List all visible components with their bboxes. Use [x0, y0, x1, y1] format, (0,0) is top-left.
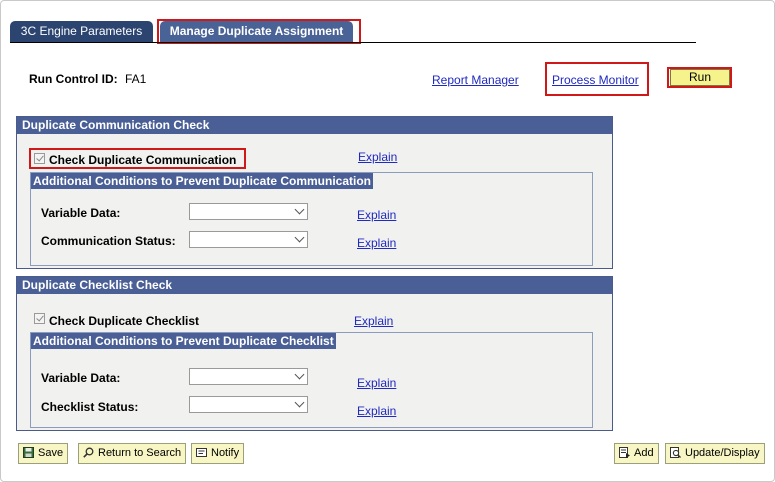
highlight-tab	[157, 19, 361, 44]
checklist-status-select[interactable]	[189, 396, 308, 413]
explain-link[interactable]: Explain	[354, 314, 393, 328]
explain-link[interactable]: Explain	[357, 236, 396, 250]
group-header: Duplicate Checklist Check	[17, 277, 612, 294]
run-control-label: Run Control ID:	[29, 72, 118, 86]
update-icon	[670, 447, 681, 458]
variable-data-select[interactable]	[189, 368, 308, 385]
explain-link[interactable]: Explain	[357, 208, 396, 222]
communication-status-select[interactable]	[189, 231, 308, 248]
group-header: Duplicate Communication Check	[17, 117, 612, 134]
magnifier-icon	[83, 447, 94, 458]
highlight-check-duplicate-communication	[29, 148, 246, 169]
tab-3c-engine-parameters[interactable]: 3C Engine Parameters	[10, 21, 153, 42]
return-to-search-button[interactable]: Return to Search	[78, 443, 187, 464]
notify-button[interactable]: Notify	[191, 443, 245, 464]
explain-link[interactable]: Explain	[357, 404, 396, 418]
save-button[interactable]: Save	[18, 443, 69, 464]
update-display-button[interactable]: Update/Display	[665, 443, 765, 464]
add-icon	[619, 447, 630, 458]
save-label: Save	[38, 447, 64, 459]
run-control-value: FA1	[125, 72, 147, 86]
variable-data-label: Variable Data:	[41, 206, 121, 220]
additional-conditions-box: Additional Conditions to Prevent Duplica…	[30, 172, 593, 266]
additional-conditions-box: Additional Conditions to Prevent Duplica…	[30, 332, 593, 428]
add-button[interactable]: Add	[614, 443, 659, 464]
check-duplicate-checklist-label: Check Duplicate Checklist	[49, 314, 200, 328]
add-label: Add	[634, 447, 654, 459]
checklist-status-label: Checklist Status:	[41, 400, 139, 414]
tab-underline	[10, 42, 696, 43]
notify-icon	[196, 448, 207, 457]
highlight-process-monitor	[545, 62, 649, 96]
duplicate-communication-group: Duplicate Communication Check Check Dupl…	[16, 116, 613, 269]
report-manager-link[interactable]: Report Manager	[432, 73, 519, 87]
variable-data-label: Variable Data:	[41, 371, 121, 385]
highlight-run	[667, 67, 732, 88]
chevron-down-icon	[294, 397, 305, 408]
save-icon	[23, 447, 34, 458]
sub-header: Additional Conditions to Prevent Duplica…	[31, 333, 336, 349]
communication-status-label: Communication Status:	[41, 234, 176, 248]
explain-link[interactable]: Explain	[357, 376, 396, 390]
explain-link[interactable]: Explain	[358, 150, 397, 164]
notify-label: Notify	[211, 447, 240, 459]
chevron-down-icon	[294, 369, 305, 380]
chevron-down-icon	[294, 232, 305, 243]
return-to-search-label: Return to Search	[98, 447, 182, 459]
chevron-down-icon	[294, 204, 305, 215]
update-display-label: Update/Display	[685, 447, 760, 459]
check-duplicate-checklist-checkbox[interactable]	[34, 313, 45, 324]
sub-header: Additional Conditions to Prevent Duplica…	[31, 173, 374, 189]
duplicate-checklist-group: Duplicate Checklist Check Check Duplicat…	[16, 276, 613, 431]
variable-data-select[interactable]	[189, 203, 308, 220]
